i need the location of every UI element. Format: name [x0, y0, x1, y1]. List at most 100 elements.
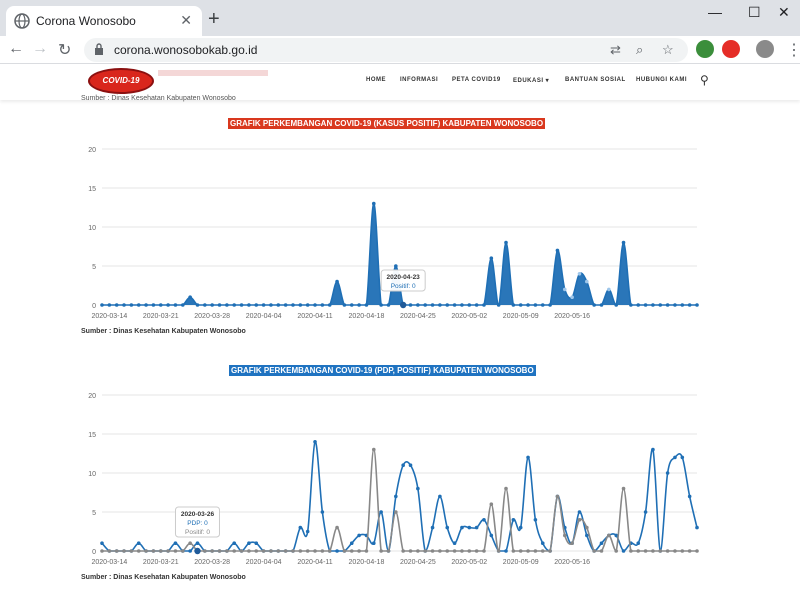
x-tick-label: 2020-03-14	[91, 559, 127, 566]
x-tick-label: 2020-03-28	[194, 559, 230, 566]
data-point	[217, 549, 222, 553]
data-point	[489, 502, 494, 507]
data-point	[291, 549, 295, 553]
data-point	[261, 549, 266, 553]
data-point	[269, 549, 273, 553]
data-point	[247, 541, 251, 545]
data-point	[136, 549, 141, 553]
data-point	[144, 549, 148, 553]
data-point	[629, 549, 633, 553]
data-point	[335, 549, 339, 553]
data-point	[518, 549, 523, 553]
data-point	[467, 525, 472, 530]
data-point	[467, 549, 472, 553]
data-point	[511, 518, 516, 522]
data-point	[540, 549, 545, 553]
data-point	[298, 549, 303, 553]
data-point	[232, 549, 237, 553]
data-point	[430, 549, 435, 553]
data-point	[313, 440, 317, 444]
data-point	[540, 541, 545, 545]
data-point	[585, 533, 589, 538]
y-tick-label: 0	[92, 549, 96, 556]
data-point	[452, 549, 457, 553]
data-point	[181, 549, 185, 553]
data-point	[555, 494, 560, 499]
data-point	[438, 549, 442, 553]
data-point	[357, 549, 361, 553]
data-point	[305, 549, 310, 553]
data-point	[504, 549, 508, 553]
data-point	[577, 510, 582, 514]
data-point	[371, 541, 376, 545]
data-point	[335, 525, 339, 530]
data-point	[327, 549, 332, 553]
data-point	[100, 541, 104, 545]
data-point	[173, 549, 178, 553]
data-point	[482, 549, 486, 553]
data-point	[562, 533, 567, 538]
data-point	[188, 549, 192, 553]
data-point	[665, 549, 670, 553]
data-point	[658, 549, 663, 553]
data-point	[254, 549, 259, 553]
data-point	[423, 549, 428, 553]
data-point	[364, 549, 369, 553]
data-point	[548, 549, 552, 553]
y-tick-label: 10	[88, 471, 96, 478]
data-point	[651, 447, 655, 452]
data-point	[313, 549, 317, 553]
x-tick-label: 2020-05-16	[554, 559, 590, 566]
data-point	[416, 549, 420, 553]
data-point	[342, 549, 347, 553]
data-point	[283, 549, 288, 553]
data-point	[401, 549, 405, 553]
data-point	[482, 518, 486, 522]
data-point	[585, 525, 589, 530]
data-point	[533, 549, 538, 553]
data-point	[379, 510, 383, 514]
data-point	[136, 541, 141, 545]
data-point	[474, 549, 479, 553]
data-point	[408, 463, 413, 468]
data-point	[254, 541, 259, 545]
data-point	[695, 525, 699, 530]
data-point	[379, 549, 383, 553]
data-point	[614, 549, 618, 553]
data-point	[695, 549, 699, 553]
data-point	[526, 455, 530, 460]
y-tick-label: 20	[88, 393, 96, 400]
data-point	[188, 541, 192, 545]
data-point	[474, 525, 479, 530]
data-point	[298, 525, 303, 530]
data-point	[504, 486, 508, 491]
data-point	[452, 541, 457, 545]
data-point	[511, 549, 516, 553]
chart-pdp-positif: 0 5 10 15 20 2020-03-14 2020-03-21 2020-03-28 20…	[88, 393, 699, 566]
data-point	[518, 525, 523, 530]
data-point	[195, 541, 200, 545]
data-point	[680, 455, 685, 460]
data-point	[607, 533, 611, 538]
data-point	[129, 549, 134, 553]
data-point	[643, 549, 648, 553]
data-point	[599, 549, 604, 553]
data-point	[114, 549, 119, 553]
data-point	[577, 518, 582, 522]
data-point	[621, 486, 626, 491]
data-point	[445, 525, 450, 530]
data-point	[489, 533, 494, 538]
x-tick-label: 2020-03-21	[143, 559, 179, 566]
data-point	[673, 455, 677, 460]
data-point	[430, 525, 435, 530]
data-point	[643, 510, 648, 514]
data-point	[533, 518, 538, 522]
data-point	[158, 549, 163, 553]
data-point	[232, 541, 237, 545]
data-point	[460, 549, 464, 553]
tooltip-date: 2020-03-26	[181, 511, 215, 518]
data-point	[151, 549, 156, 553]
y-tick-label: 5	[92, 510, 96, 517]
data-point	[570, 541, 574, 545]
data-point	[276, 549, 281, 553]
